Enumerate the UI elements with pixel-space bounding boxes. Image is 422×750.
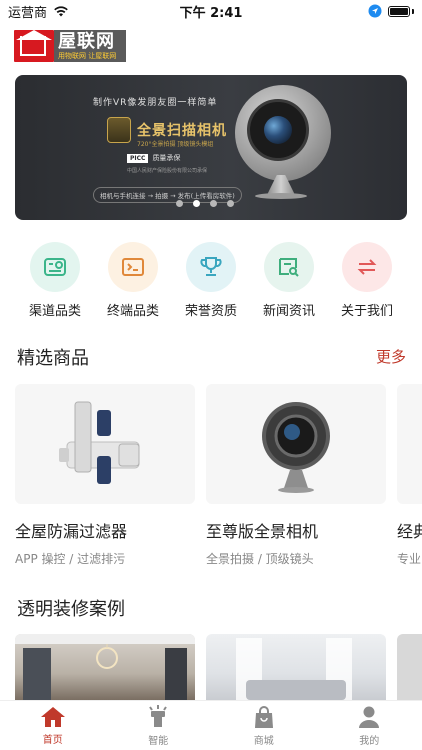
terminal-icon bbox=[108, 242, 158, 292]
quality-shield-icon bbox=[107, 117, 131, 143]
location-icon bbox=[368, 4, 382, 18]
smart-light-icon bbox=[149, 704, 168, 727]
status-bar: 运营商 下午 2:41 bbox=[0, 0, 422, 22]
camera-foot bbox=[255, 193, 307, 199]
house-logo-icon bbox=[14, 30, 54, 62]
case-image[interactable] bbox=[15, 634, 195, 700]
news-icon bbox=[264, 242, 314, 292]
filter-product-image bbox=[15, 384, 195, 504]
category-about[interactable]: 关于我们 bbox=[328, 242, 406, 319]
battery-icon bbox=[388, 5, 410, 17]
product-card[interactable]: 经典 专业 bbox=[397, 384, 422, 567]
banner-spec: 720°全景拍摄 顶级镜头模组 bbox=[137, 141, 214, 148]
category-label: 渠道品类 bbox=[28, 304, 81, 319]
banner-headline: 制作VR像发朋友圈一样简单 bbox=[93, 98, 218, 108]
insurance-badge: PICC 质量承保 bbox=[127, 153, 180, 163]
more-link[interactable]: 更多 bbox=[376, 346, 406, 367]
tab-label: 智能 bbox=[148, 735, 169, 747]
category-label: 荣誉资质 bbox=[184, 304, 237, 319]
product-name: 至尊版全景相机 bbox=[206, 522, 319, 541]
brand-logo: 屋联网 用物联网 让屋联网 bbox=[14, 28, 126, 64]
case-image[interactable] bbox=[397, 634, 422, 700]
product-desc: APP 操控 / 过滤排污 bbox=[15, 552, 126, 566]
category-channel[interactable]: 渠道品类 bbox=[16, 242, 94, 319]
bottom-tab-bar: 首页 智能 商城 我的 bbox=[0, 700, 422, 750]
category-nav: 渠道品类 终端品类 荣誉资质 新闻资讯 关于我们 bbox=[16, 242, 406, 319]
shopping-bag-icon bbox=[254, 705, 273, 728]
case-image[interactable] bbox=[206, 634, 386, 700]
category-label: 新闻资讯 bbox=[262, 304, 315, 319]
product-desc: 全景拍摄 / 顶级镜头 bbox=[206, 552, 314, 566]
category-label: 关于我们 bbox=[340, 304, 393, 319]
panorama-camera-image bbox=[235, 85, 331, 181]
promo-banner[interactable]: 制作VR像发朋友圈一样简单 全景扫描相机 720°全景拍摄 顶级镜头模组 PIC… bbox=[15, 75, 407, 220]
product-carousel[interactable]: 全屋防漏过滤器 APP 操控 / 过滤排污 至尊版全景相机 全景拍摄 / 顶级镜… bbox=[15, 384, 422, 574]
carousel-dot[interactable] bbox=[193, 200, 200, 207]
channel-icon bbox=[30, 242, 80, 292]
category-terminal[interactable]: 终端品类 bbox=[94, 242, 172, 319]
picc-text: 质量承保 bbox=[152, 154, 181, 162]
product-card[interactable]: 至尊版全景相机 全景拍摄 / 顶级镜头 bbox=[206, 384, 386, 567]
product-name: 全屋防漏过滤器 bbox=[15, 522, 128, 541]
tab-profile[interactable]: 我的 bbox=[317, 701, 422, 750]
logo-text: 屋联网 用物联网 让屋联网 bbox=[54, 30, 126, 62]
carousel-dot[interactable] bbox=[176, 200, 183, 207]
carousel-dot[interactable] bbox=[227, 200, 234, 207]
tab-smart[interactable]: 智能 bbox=[106, 701, 212, 750]
cases-title: 透明装修案例 bbox=[17, 599, 125, 620]
about-icon bbox=[342, 242, 392, 292]
status-time: 下午 2:41 bbox=[179, 5, 243, 21]
category-news[interactable]: 新闻资讯 bbox=[250, 242, 328, 319]
carousel-dot[interactable] bbox=[210, 200, 217, 207]
product-desc: 专业 bbox=[397, 552, 422, 566]
home-icon bbox=[40, 706, 65, 727]
category-honor[interactable]: 荣誉资质 bbox=[172, 242, 250, 319]
carousel-dots bbox=[176, 200, 234, 207]
trophy-icon bbox=[186, 242, 236, 292]
picc-note: 中国人民财产保险股份有限公司承保 bbox=[127, 168, 208, 174]
logo-title: 屋联网 bbox=[58, 30, 115, 52]
tab-label: 我的 bbox=[359, 735, 380, 747]
product-name: 经典 bbox=[397, 522, 422, 541]
user-icon bbox=[359, 706, 380, 728]
battery-tip bbox=[412, 8, 414, 14]
logo-subtitle: 用物联网 让屋联网 bbox=[58, 51, 117, 60]
product-image bbox=[397, 384, 422, 504]
status-right bbox=[368, 4, 414, 18]
featured-title: 精选商品 bbox=[17, 348, 89, 369]
category-label: 终端品类 bbox=[106, 304, 159, 319]
case-carousel[interactable] bbox=[15, 634, 422, 700]
tab-home[interactable]: 首页 bbox=[0, 701, 106, 750]
banner-title: 全景扫描相机 bbox=[137, 123, 227, 139]
tab-label: 商城 bbox=[253, 735, 274, 747]
tab-shop[interactable]: 商城 bbox=[211, 701, 317, 750]
picc-logo: PICC bbox=[127, 153, 149, 163]
camera-product-image bbox=[206, 384, 386, 504]
product-card[interactable]: 全屋防漏过滤器 APP 操控 / 过滤排污 bbox=[15, 384, 195, 567]
tab-label: 首页 bbox=[42, 734, 63, 746]
